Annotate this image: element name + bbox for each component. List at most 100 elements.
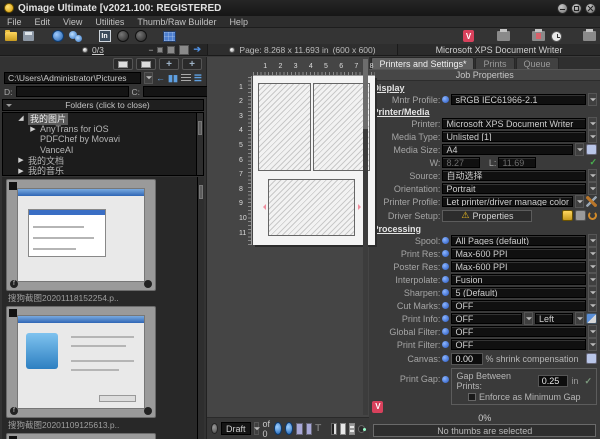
tree-collapse-icon[interactable]: ☰ [194,74,202,83]
thumbs-scrollbar[interactable] [197,177,204,439]
thumbnail-card[interactable] [6,433,156,439]
page-canvas[interactable] [253,76,375,245]
thumb-size-small[interactable] [157,47,163,53]
refresh-gear-icon[interactable] [274,422,282,435]
thumbnail-card[interactable]: f [6,306,156,418]
dropdown-icon[interactable] [588,325,597,338]
rotate-right-icon[interactable] [133,30,148,43]
print-filter-select[interactable]: OFF [451,339,586,350]
dropdown-icon[interactable] [588,182,597,195]
tree-collapsed-icon[interactable]: ▶ [17,167,25,175]
driver-undo-icon[interactable] [588,211,597,220]
dropdown-icon[interactable] [588,130,597,143]
page-info-icon[interactable] [349,423,355,435]
print-cell[interactable] [313,83,370,171]
page-nav-button[interactable] [211,423,218,434]
pause-icon[interactable]: ▮▮ [168,74,178,83]
page-radio[interactable] [229,47,235,53]
tab-queue[interactable]: Queue [516,57,559,69]
dropdown-icon[interactable] [575,195,584,208]
printer-queue-icon[interactable] [582,30,597,43]
tab-prints[interactable]: Prints [475,57,514,69]
print-res-select[interactable]: Max-600 PPI [451,248,586,259]
folder-path-select[interactable]: C:\Users\Administrator\Pictures [4,72,141,84]
menu-edit[interactable]: Edit [35,17,51,27]
tree-scrollbar[interactable] [196,113,203,175]
dropdown-icon[interactable] [588,338,597,351]
minimize-button[interactable] [557,3,568,14]
dropdown-icon[interactable] [575,312,584,325]
menu-view[interactable]: View [63,17,82,27]
menu-thumb-raw-builder[interactable]: Thumb/Raw Builder [137,17,216,27]
dropdown-icon[interactable] [588,169,597,182]
new-page-icon[interactable] [340,423,346,435]
folders-header[interactable]: Folders (click to close) [2,99,204,111]
tree-item-pdfchef[interactable]: PDFChef by Movavi [3,134,203,145]
preview-eye-icon[interactable] [358,425,366,433]
media-size-select[interactable]: A4 [442,144,573,155]
media-type-select[interactable]: Unlisted [1] [442,131,586,142]
dropdown-icon[interactable] [524,312,533,325]
custom-size-icon[interactable] [586,144,597,155]
driver-printer-icon[interactable] [575,210,586,221]
gap-input[interactable]: 0.25 [538,375,569,387]
dropdown-icon[interactable] [588,247,597,260]
preview-scrollbar[interactable] [363,59,368,415]
contrast-page-icon[interactable] [331,423,337,435]
orientation-select[interactable]: Portrait [442,183,586,194]
dropdown-icon[interactable] [588,93,597,106]
tree-item-anytrans[interactable]: ▶ AnyTrans for iOS [3,124,203,135]
profile-tools-icon[interactable] [586,196,597,207]
d-filter-input[interactable] [16,86,129,97]
canvas-input[interactable]: 0.00 [451,353,483,365]
close-button[interactable] [585,3,596,14]
printer-alert-icon[interactable] [531,30,546,43]
copy-printer-icon[interactable] [496,30,511,43]
dropdown-icon[interactable] [575,143,584,156]
layout-grid-icon[interactable] [162,30,177,43]
dropdown-icon[interactable] [588,273,597,286]
printer-profile-select[interactable]: Let printer/driver manage color [442,196,573,207]
dropdown-icon[interactable] [588,299,597,312]
list-view-icon[interactable] [181,74,191,82]
dropdown-icon[interactable] [588,234,597,247]
copy-page-icon[interactable] [296,423,302,435]
quality-select[interactable]: Draft [221,422,251,435]
print-info-edit-icon[interactable] [586,313,597,324]
paste-page-icon[interactable] [306,423,312,435]
menu-utilities[interactable]: Utilities [95,17,124,27]
thumb-radio[interactable] [82,47,88,53]
menu-file[interactable]: File [7,17,22,27]
camera-acquire-icon[interactable] [50,30,65,43]
driver-folder-icon[interactable] [562,210,573,221]
width-input[interactable]: 8.27 [442,157,480,168]
thumb-view-2-button[interactable] [136,58,156,70]
save-settings-icon[interactable] [21,30,36,43]
tree-item-pictures[interactable]: ◢ 我的图片 [3,113,203,124]
mntr-profile-select[interactable]: sRGB IEC61966-2.1 [451,94,586,105]
history-clock-icon[interactable] [549,30,564,43]
text-tool-icon[interactable]: T [315,423,321,434]
print-info-select[interactable]: OFF [451,313,522,324]
settings-gear-icon[interactable] [285,422,293,435]
tree-collapsed-icon[interactable]: ▶ [29,125,37,133]
length-input[interactable]: 11.69 [498,157,536,168]
add-folder-button[interactable]: + [159,58,179,70]
dropdown-icon[interactable] [588,117,597,130]
back-arrow-icon[interactable]: ← [156,74,165,83]
thumb-size-large[interactable] [179,45,189,55]
thumb-size-arrow-icon[interactable]: ➔ [193,44,201,55]
thumb-select-box[interactable] [9,309,17,317]
global-filter-select[interactable]: OFF [451,326,586,337]
thumb-size-medium[interactable] [167,46,175,54]
properties-button[interactable]: ⚠ Properties [442,210,532,222]
sharpen-select[interactable]: 5 (Default) [451,287,586,298]
rotate-left-icon[interactable] [115,30,130,43]
thumb-counter[interactable]: 0/3 [92,45,104,55]
dropdown-icon[interactable] [588,260,597,273]
add-favorite-button[interactable]: + [182,58,202,70]
cut-marks-select[interactable]: OFF [451,300,586,311]
thumb-select-box[interactable] [9,182,17,190]
source-select[interactable]: 自动选择 [442,170,586,181]
tree-item-music[interactable]: ▶ 我的音乐 [3,166,203,177]
